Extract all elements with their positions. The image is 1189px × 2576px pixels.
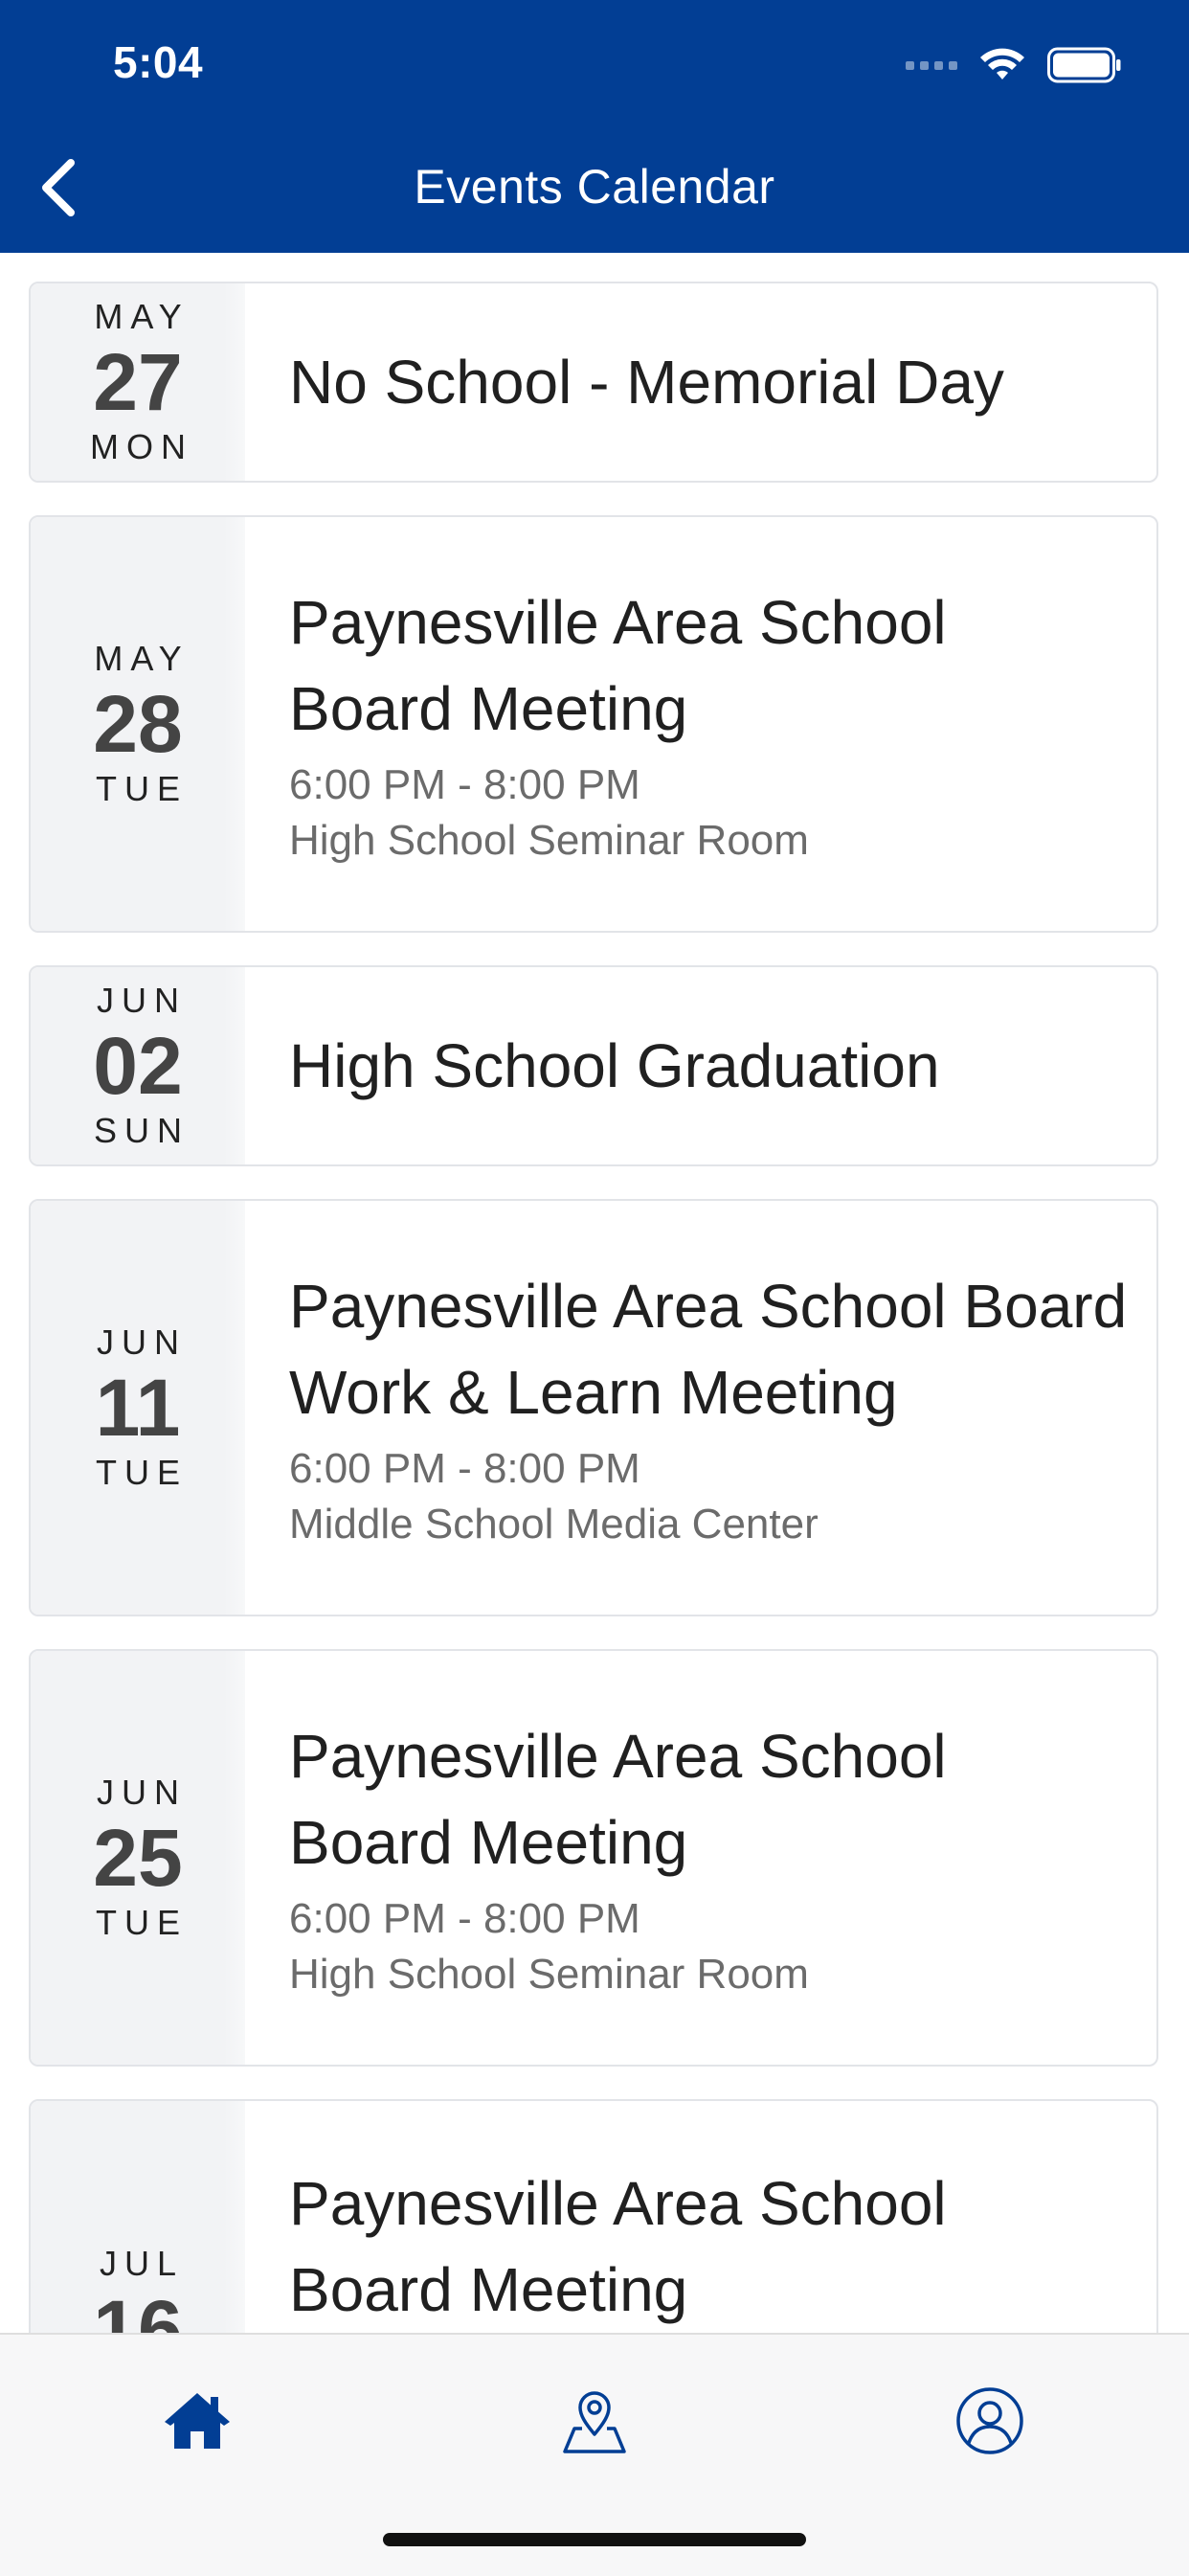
event-title-line: Paynesville Area School (289, 588, 947, 657)
event-location: High School Seminar Room (289, 817, 809, 864)
tab-profile[interactable] (932, 2373, 1047, 2469)
event-title: Paynesville Area School Board Meeting (289, 2160, 1128, 2333)
event-month: MAY (94, 639, 190, 678)
tab-home[interactable] (140, 2373, 255, 2469)
event-month: JUN (97, 1773, 187, 1812)
event-info: No School - Memorial Day (245, 283, 1156, 481)
event-date: MAY 27 MON (31, 283, 245, 481)
event-day: 02 (93, 1021, 183, 1111)
event-time: 6:00 PM - 8:00 PM (289, 1895, 640, 1942)
event-month: JUN (97, 1322, 187, 1362)
event-card-work-learn-meeting[interactable]: JUN 11 TUE Paynesville Area School Board… (29, 1199, 1158, 1616)
event-date: JUN 02 SUN (31, 967, 245, 1164)
event-month: JUL (99, 2244, 185, 2283)
battery-icon (1047, 47, 1121, 83)
event-card-board-meeting-may28[interactable]: MAY 28 TUE Paynesville Area School Board… (29, 515, 1158, 933)
event-month: MAY (94, 297, 190, 336)
event-day: 11 (95, 1363, 181, 1453)
event-weekday: TUE (96, 1453, 188, 1492)
home-indicator[interactable] (383, 2533, 806, 2546)
event-month: JUN (97, 981, 187, 1020)
event-date: JUN 11 TUE (31, 1201, 245, 1615)
wifi-icon (980, 48, 1024, 79)
event-title: Paynesville Area School Board Work & Lea… (289, 1263, 1128, 1435)
event-title-line: Work & Learn Meeting (289, 1358, 898, 1427)
status-time: 5:04 (113, 37, 204, 87)
event-card-memorial-day[interactable]: MAY 27 MON No School - Memorial Day (29, 282, 1158, 483)
event-card-graduation[interactable]: JUN 02 SUN High School Graduation (29, 965, 1158, 1166)
event-weekday: TUE (96, 769, 188, 808)
event-title-line: Board Meeting (289, 674, 688, 743)
event-title-line: Board Meeting (289, 2255, 688, 2324)
event-location: High School Seminar Room (289, 1951, 809, 1998)
event-weekday: SUN (93, 1111, 190, 1150)
event-day: 27 (93, 337, 183, 427)
header: 5:04 Events Calendar (0, 0, 1189, 253)
event-title-line: Paynesville Area School (289, 2169, 947, 2238)
page-title: Events Calendar (414, 160, 775, 214)
event-card-board-meeting-jun25[interactable]: JUN 25 TUE Paynesville Area School Board… (29, 1649, 1158, 2067)
event-info: Paynesville Area School Board Work & Lea… (245, 1201, 1156, 1615)
event-title: Paynesville Area School Board Meeting (289, 1713, 1128, 1886)
event-date: MAY 28 TUE (31, 517, 245, 931)
event-info: Paynesville Area School Board Meeting 6:… (245, 1651, 1156, 2065)
event-title-line: Board Meeting (289, 1808, 688, 1877)
event-title-line: Paynesville Area School Board (289, 1272, 1128, 1341)
map-pin-icon (563, 2391, 626, 2453)
event-title: High School Graduation (289, 1031, 940, 1100)
event-weekday: MON (90, 427, 193, 466)
event-info: Paynesville Area School Board Meeting 6:… (245, 517, 1156, 931)
event-time: 6:00 PM - 8:00 PM (289, 1445, 640, 1492)
event-day: 28 (93, 679, 183, 769)
event-date: JUN 25 TUE (31, 1651, 245, 2065)
home-icon (165, 2393, 230, 2449)
event-title: No School - Memorial Day (289, 348, 1004, 417)
tab-map[interactable] (537, 2373, 652, 2469)
user-circle-icon (956, 2387, 1023, 2454)
event-weekday: TUE (96, 1903, 188, 1942)
signal-dots-icon (906, 60, 957, 70)
event-title-line: Paynesville Area School (289, 1722, 947, 1791)
event-location: Middle School Media Center (289, 1501, 819, 1548)
event-time: 6:00 PM - 8:00 PM (289, 761, 640, 808)
event-info: High School Graduation (245, 967, 1156, 1164)
status-icons (906, 44, 1122, 86)
event-day: 25 (93, 1813, 183, 1903)
event-title: Paynesville Area School Board Meeting (289, 579, 1128, 752)
